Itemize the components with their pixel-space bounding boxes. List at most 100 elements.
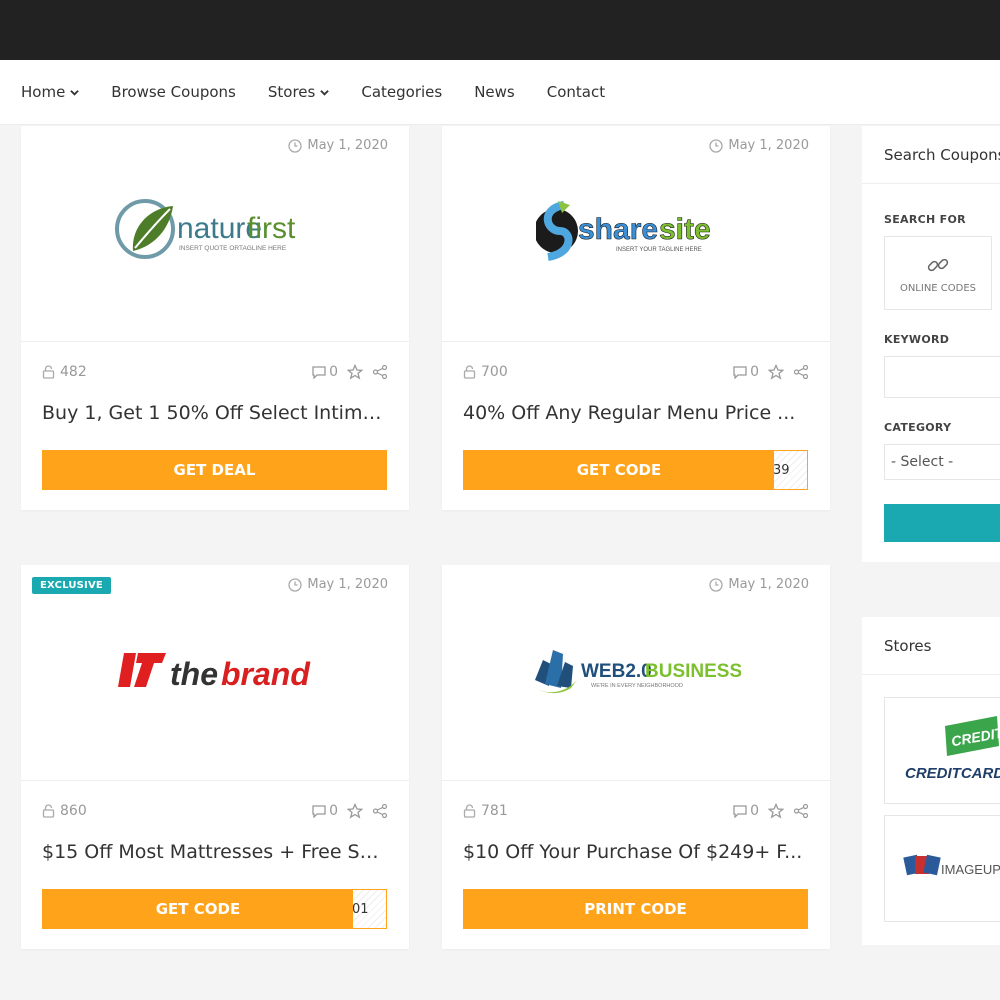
- coupon-views: 700: [463, 364, 508, 380]
- store-logo-sharesite[interactable]: share site INSERT YOUR TAGLINE HERE: [442, 186, 830, 276]
- coupon-title[interactable]: $15 Off Most Mattresses + Free Sh...: [42, 841, 388, 863]
- clock-icon: [709, 577, 724, 592]
- nav-stores-label: Stores: [267, 83, 316, 101]
- share-icon[interactable]: [793, 364, 809, 380]
- keyword-input[interactable]: [884, 356, 1000, 398]
- stores-widget: Stores CREDIT CREDITCARD IMAGEUP: [862, 617, 1000, 945]
- lock-icon: [42, 365, 55, 379]
- star-icon[interactable]: [768, 803, 784, 819]
- coupon-date-text: May 1, 2020: [728, 577, 809, 592]
- store-logo-naturefirst[interactable]: nature first INSERT QUOTE ORTAGLINE HERE: [21, 186, 409, 276]
- print-code-button[interactable]: PRINT CODE: [463, 889, 808, 929]
- comments-button[interactable]: 0: [311, 364, 338, 380]
- get-deal-button[interactable]: GET DEAL: [42, 450, 387, 490]
- comments-button[interactable]: 0: [732, 803, 759, 819]
- coupon-views-count: 482: [60, 364, 87, 380]
- clock-icon: [709, 138, 724, 153]
- share-icon[interactable]: [372, 803, 388, 819]
- lock-icon: [463, 365, 476, 379]
- logo-text-b: site: [659, 213, 711, 246]
- nav-contact[interactable]: Contact: [547, 83, 605, 101]
- coupon-card: EXCLUSIVE May 1, 2020 the brand 860 0 $1…: [21, 565, 409, 949]
- creditcard-logo-art: CREDIT CREDITCARD: [905, 716, 1000, 782]
- get-code-button[interactable]: GET CODE 01: [42, 889, 387, 929]
- web20business-logo-art: WEB2.0 BUSINESS WE'RE IN EVERY NEIGHBORH…: [533, 650, 741, 694]
- star-icon[interactable]: [347, 803, 363, 819]
- coupon-date-text: May 1, 2020: [307, 577, 388, 592]
- coupon-title[interactable]: 40% Off Any Regular Menu Price ...: [463, 402, 809, 424]
- coupon-card: May 1, 2020 nature first INSERT QUOTE OR…: [21, 126, 409, 510]
- category-label: CATEGORY: [884, 421, 952, 434]
- naturefirst-logo-art: nature first INSERT QUOTE ORTAGLINE HERE: [115, 199, 296, 259]
- store-item-creditcard[interactable]: CREDIT CREDITCARD: [884, 697, 1000, 804]
- coupon-card: May 1, 2020 WEB2.0 BUSINESS WE'RE IN EVE…: [442, 565, 830, 949]
- coupon-meta: 860 0: [42, 801, 388, 821]
- stores-widget-title: Stores: [862, 617, 1000, 675]
- search-submit-button[interactable]: [884, 504, 1000, 542]
- coupon-date: May 1, 2020: [709, 138, 809, 153]
- nav-home-label: Home: [21, 83, 66, 101]
- get-deal-label: GET DEAL: [173, 461, 256, 479]
- logo-tagline: WE'RE IN EVERY NEIGHBORHOOD: [591, 683, 683, 689]
- logo-text-b: BUSINESS: [645, 661, 741, 682]
- top-bar: [0, 0, 1000, 60]
- logo-text-a: share: [578, 213, 658, 246]
- coupon-date: May 1, 2020: [288, 577, 388, 592]
- nav-categories[interactable]: Categories: [361, 83, 442, 101]
- comments-count: 0: [329, 803, 338, 819]
- logo-text-b: brand: [221, 656, 311, 692]
- coupon-views: 860: [42, 803, 87, 819]
- store-logo-thebrand[interactable]: the brand: [21, 625, 409, 715]
- main-nav: Home Browse Coupons Stores Categories Ne…: [0, 60, 1000, 124]
- get-code-label: GET CODE: [464, 451, 774, 489]
- lock-icon: [463, 804, 476, 818]
- category-select[interactable]: - Select -: [884, 444, 1000, 480]
- category-selected-value: - Select -: [891, 454, 954, 470]
- coupon-meta: 482 0: [42, 362, 388, 382]
- coupon-actions: 0: [723, 364, 809, 380]
- coupon-actions: 0: [302, 803, 388, 819]
- share-icon[interactable]: [372, 364, 388, 380]
- coupon-views-count: 781: [481, 803, 508, 819]
- nav-categories-label: Categories: [361, 83, 443, 101]
- search-widget-title: Search Coupons: [862, 126, 1000, 184]
- get-code-label: GET CODE: [43, 890, 353, 928]
- coupon-title[interactable]: $10 Off Your Purchase Of $249+ F...: [463, 841, 809, 863]
- comments-button[interactable]: 0: [732, 364, 759, 380]
- coupon-thumb[interactable]: May 1, 2020 share site INSERT YOUR TAGLI…: [442, 126, 830, 342]
- online-codes-label: ONLINE CODES: [899, 282, 977, 294]
- nav-home[interactable]: Home: [21, 83, 80, 101]
- coupon-thumb[interactable]: EXCLUSIVE May 1, 2020 the brand: [21, 565, 409, 781]
- code-peek: 39: [771, 451, 807, 489]
- nav-browse-coupons-label: Browse Coupons: [111, 83, 236, 101]
- comment-icon: [733, 366, 747, 379]
- nav-stores[interactable]: Stores: [267, 83, 330, 101]
- store-logo-text-a: IMAGEUP: [941, 862, 1000, 877]
- print-code-label: PRINT CODE: [584, 900, 687, 918]
- chevron-down-icon: [320, 89, 330, 96]
- coupon-views-count: 860: [60, 803, 87, 819]
- code-peek: 01: [350, 890, 386, 928]
- store-logo-web20business[interactable]: WEB2.0 BUSINESS WE'RE IN EVERY NEIGHBORH…: [442, 625, 830, 715]
- get-code-button[interactable]: GET CODE 39: [463, 450, 808, 490]
- comment-icon: [733, 805, 747, 818]
- comments-count: 0: [329, 364, 338, 380]
- keyword-label: KEYWORD: [884, 333, 950, 346]
- coupon-thumb[interactable]: May 1, 2020 WEB2.0 BUSINESS WE'RE IN EVE…: [442, 565, 830, 781]
- share-icon[interactable]: [793, 803, 809, 819]
- nav-news[interactable]: News: [474, 83, 515, 101]
- coupon-date-text: May 1, 2020: [307, 138, 388, 153]
- star-icon[interactable]: [768, 364, 784, 380]
- coupon-title[interactable]: Buy 1, Get 1 50% Off Select Intima...: [42, 402, 388, 424]
- comments-button[interactable]: 0: [311, 803, 338, 819]
- coupon-actions: 0: [723, 803, 809, 819]
- online-codes-option[interactable]: ONLINE CODES: [884, 236, 992, 310]
- star-icon[interactable]: [347, 364, 363, 380]
- coupon-thumb[interactable]: May 1, 2020 nature first INSERT QUOTE OR…: [21, 126, 409, 342]
- store-item-imageup[interactable]: IMAGEUP: [884, 815, 1000, 922]
- coupon-views-count: 700: [481, 364, 508, 380]
- nav-browse-coupons[interactable]: Browse Coupons: [111, 83, 236, 101]
- coupon-card: May 1, 2020 share site INSERT YOUR TAGLI…: [442, 126, 830, 510]
- thebrand-logo-art: the brand: [118, 653, 311, 692]
- search-coupons-widget: Search Coupons SEARCH FOR ONLINE CODES K…: [862, 126, 1000, 562]
